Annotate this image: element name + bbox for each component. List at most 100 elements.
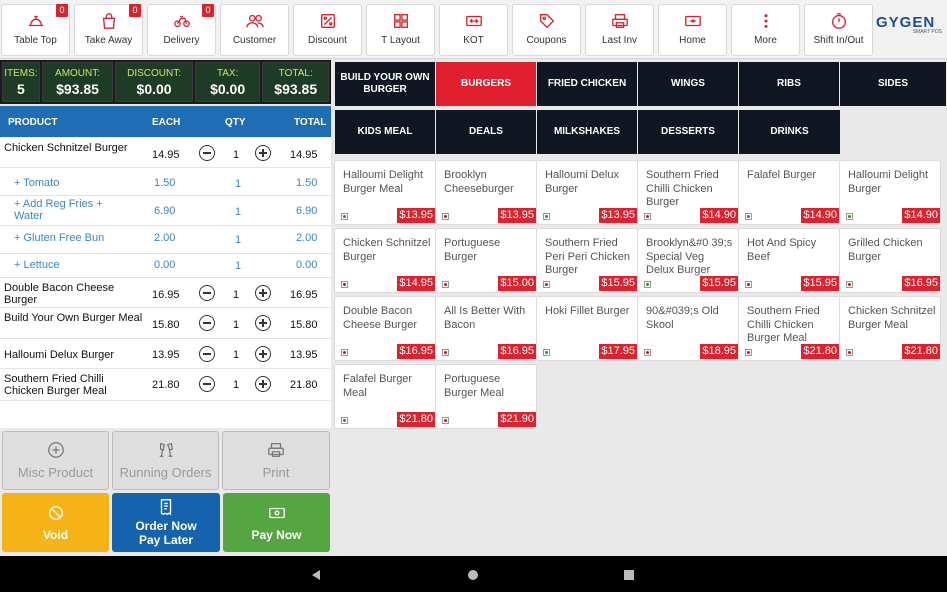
non-veg-indicator-icon [644, 349, 651, 356]
order-item-total: 16.95 [290, 289, 318, 301]
product-card[interactable]: Portuguese Burger Meal $21.90 [436, 365, 536, 428]
product-card[interactable]: Southern Fried Chilli Chicken Burger $14.… [638, 161, 738, 224]
pay-now-button[interactable]: Pay Now [223, 493, 330, 552]
order-row-southern-fried-chilli-chicken-burger-meal[interactable]: Southern Fried Chilli Chicken Burger Mea… [0, 369, 331, 401]
order-item-name: Southern Fried Chilli Chicken Burger Mea… [4, 373, 107, 397]
product-price: $13.95 [397, 208, 435, 223]
product-card[interactable]: Chicken Schnitzel Burger Meal $21.80 [840, 297, 940, 360]
more-button[interactable]: More [731, 4, 800, 56]
product-card[interactable]: Portuguese Burger $15.00 [436, 229, 536, 292]
product-card[interactable]: Hot And Spicy Beef $15.95 [739, 229, 839, 292]
items-value: 5 [16, 80, 25, 97]
product-card[interactable]: All Is Better With Bacon $16.95 [436, 297, 536, 360]
modifier-each: 0.00 [154, 259, 176, 271]
product-card[interactable]: Falafel Burger Meal $21.80 [335, 365, 435, 428]
order-modifier-gluten-free-bun[interactable]: + Gluten Free Bun 2.00 1 2.00 [0, 226, 331, 254]
decrease-qty-icon[interactable] [199, 145, 215, 161]
order-row-chicken-schnitzel-burger[interactable]: Chicken Schnitzel Burger 14.95 1 14.95 [0, 137, 331, 168]
product-card[interactable]: Halloumi Delight Burger $14.90 [840, 161, 940, 224]
delivery-button[interactable]: 0 Delivery [147, 4, 216, 56]
modifier-total: 2.00 [296, 232, 318, 244]
tab-build-your-own-burger[interactable]: BUILD YOUR OWN BURGER [335, 62, 435, 106]
running-orders-button[interactable]: Running Orders [112, 431, 219, 490]
product-name: Falafel Burger [747, 169, 817, 181]
t-layout-button[interactable]: T Layout [366, 4, 435, 56]
order-table-header: PRODUCT EACH QTY TOTAL [0, 106, 331, 137]
increase-qty-icon[interactable] [255, 285, 271, 301]
more-label: More [754, 35, 777, 46]
product-name: Southern Fried Chilli Chicken Burger Mea… [747, 305, 820, 344]
product-card[interactable]: Southern Fried Peri Peri Chicken Burger $… [537, 229, 637, 292]
product-card[interactable]: Brooklyn Cheeseburger $13.95 [436, 161, 536, 224]
table-top-icon [28, 15, 43, 27]
tab-deals[interactable]: DEALS [436, 110, 536, 154]
order-modifier-lettuce[interactable]: + Lettuce 0.00 1 0.00 [0, 254, 331, 278]
tab-desserts[interactable]: DESSERTS [638, 110, 738, 154]
increase-qty-icon[interactable] [255, 346, 271, 362]
product-card[interactable]: Brooklyn&#0 39;s Special Veg Delux Burge… [638, 229, 738, 292]
order-item-qty: 1 [232, 349, 240, 361]
void-button[interactable]: Void [2, 493, 109, 552]
tab-milkshakes[interactable]: MILKSHAKES [537, 110, 637, 154]
tab-wings[interactable]: WINGS [638, 62, 738, 106]
shift-in-out-button[interactable]: Shift In/Out [804, 4, 873, 56]
last-inv-button[interactable]: Last Inv [585, 4, 654, 56]
back-icon[interactable] [310, 569, 322, 581]
decrease-qty-icon[interactable] [199, 285, 215, 301]
decrease-qty-icon[interactable] [199, 376, 215, 392]
customer-button[interactable]: Customer [220, 4, 289, 56]
product-price: $15.95 [801, 276, 839, 291]
tab-sides[interactable]: SIDES [840, 62, 946, 106]
modifier-qty: 1 [234, 234, 242, 246]
coupons-button[interactable]: Coupons [512, 4, 581, 56]
product-name: Portuguese Burger [444, 237, 501, 263]
increase-qty-icon[interactable] [255, 315, 271, 331]
decrease-qty-icon[interactable] [199, 315, 215, 331]
order-row-build-your-own-burger-meal[interactable]: Build Your Own Burger Meal 15.80 1 15.80 [0, 308, 331, 339]
increase-qty-icon[interactable] [255, 145, 271, 161]
product-price: $16.95 [397, 344, 435, 359]
order-item-name: Build Your Own Burger Meal [4, 312, 143, 324]
tab-ribs[interactable]: RIBS [739, 62, 839, 106]
table-top-button[interactable]: 0 Table Top [1, 4, 70, 56]
product-card[interactable]: Chicken Schnitzel Burger $14.95 [335, 229, 435, 292]
tax-value: $0.00 [210, 80, 246, 97]
tab-fried-chicken[interactable]: FRIED CHICKEN [537, 62, 637, 106]
decrease-qty-icon[interactable] [199, 346, 215, 362]
order-row-double-bacon-cheese-burger[interactable]: Double Bacon Cheese Burger 16.95 1 16.95 [0, 278, 331, 308]
home-nav-icon[interactable] [467, 569, 479, 581]
product-name: Hoki Fillet Burger [545, 305, 630, 317]
tab-drinks[interactable]: DRINKS [739, 110, 840, 154]
increase-qty-icon[interactable] [255, 376, 271, 392]
pos-app: 0 Table Top 0 Take Away 0 Delivery Custo… [0, 0, 947, 592]
product-name: Brooklyn&#0 39;s Special Veg Delux Burge… [646, 237, 733, 276]
non-veg-indicator-icon [543, 281, 550, 288]
order-modifier-tomato[interactable]: + Tomato 1.50 1 1.50 [0, 168, 331, 196]
order-now-pay-later-button[interactable]: Order Now Pay Later [112, 493, 220, 552]
product-card[interactable]: Halloumi Delight Burger Meal $13.95 [335, 161, 435, 224]
tab-kids-meal[interactable]: KIDS MEAL [335, 110, 435, 154]
recents-icon[interactable] [623, 569, 635, 581]
product-card[interactable]: Falafel Burger $14.90 [739, 161, 839, 224]
product-card[interactable]: Grilled Chicken Burger $16.95 [840, 229, 940, 292]
kot-button[interactable]: KOT [439, 4, 508, 56]
product-card[interactable]: Southern Fried Chilli Chicken Burger Mea… [739, 297, 839, 360]
home-label: Home [679, 35, 706, 46]
print-button[interactable]: Print [222, 431, 330, 490]
misc-product-button[interactable]: Misc Product [2, 431, 109, 490]
order-modifier-add-reg-fries-water[interactable]: + Add Reg Fries + Water 6.90 1 6.90 [0, 196, 331, 226]
product-name: Falafel Burger Meal [343, 373, 413, 399]
product-card[interactable]: Hoki Fillet Burger $17.95 [537, 297, 637, 360]
order-row-halloumi-delux-burger[interactable]: Halloumi Delux Burger 13.95 1 13.95 [0, 339, 331, 369]
home-button[interactable]: Home [658, 4, 727, 56]
tag-icon [539, 14, 554, 29]
discount-button[interactable]: Discount [293, 4, 362, 56]
product-card[interactable]: Halloumi Delux Burger $13.95 [537, 161, 637, 224]
product-card[interactable]: Double Bacon Cheese Burger $16.95 [335, 297, 435, 360]
product-price: $14.90 [902, 208, 940, 223]
tab-burgers[interactable]: BURGERS [436, 62, 536, 106]
take-away-button[interactable]: 0 Take Away [74, 4, 143, 56]
order-item-each: 15.80 [152, 319, 180, 331]
product-card[interactable]: 90&#039;s Old Skool $18.95 [638, 297, 738, 360]
product-name: Double Bacon Cheese Burger [343, 305, 417, 331]
